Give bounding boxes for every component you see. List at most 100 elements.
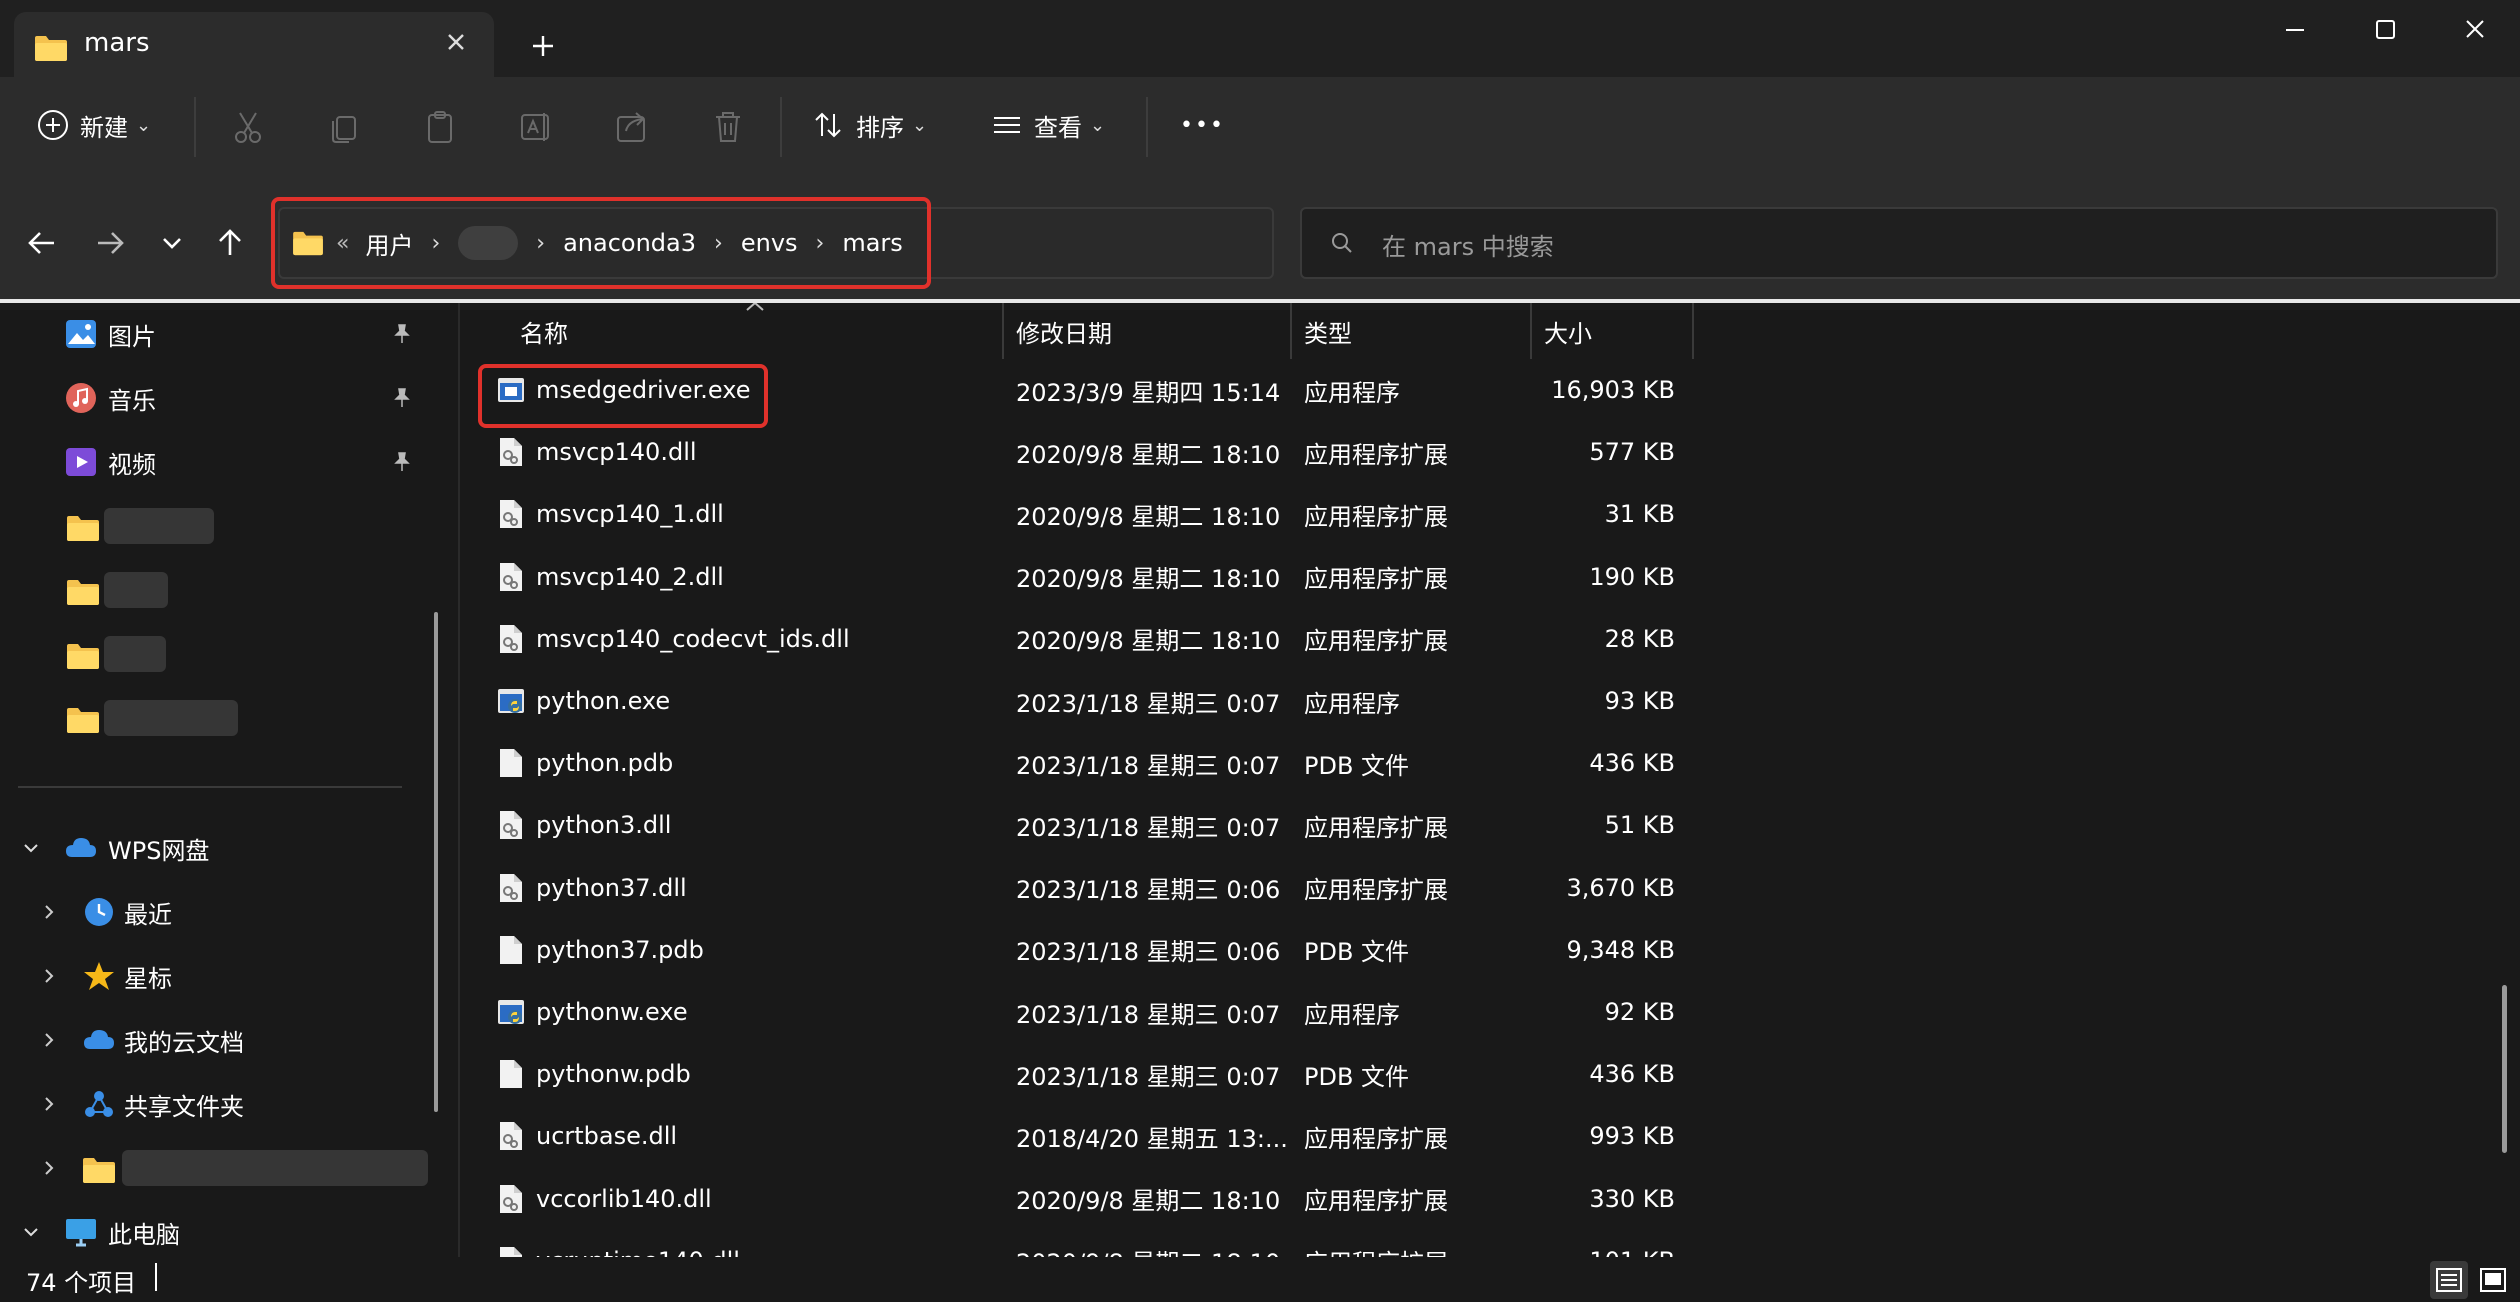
more-options-button[interactable]: ••• bbox=[1180, 97, 1225, 153]
file-name: pythonw.exe bbox=[536, 998, 688, 1026]
file-name: python37.pdb bbox=[536, 935, 704, 964]
toolbar-divider bbox=[780, 97, 782, 157]
rename-icon[interactable] bbox=[516, 107, 556, 147]
dll-icon bbox=[500, 500, 522, 529]
nav-item-wps[interactable]: WPS网盘 bbox=[0, 820, 440, 876]
column-divider[interactable] bbox=[1290, 303, 1292, 359]
chevron-down-icon[interactable] bbox=[20, 1221, 42, 1243]
column-header-type[interactable]: 类型 bbox=[1304, 303, 1352, 359]
new-tab-button[interactable] bbox=[525, 28, 561, 64]
close-tab-icon[interactable] bbox=[438, 24, 474, 60]
recent-locations-chevron-icon[interactable] bbox=[150, 221, 194, 265]
folder-icon bbox=[67, 516, 99, 541]
file-size: 577 KB bbox=[1589, 438, 1675, 467]
file-size: 330 KB bbox=[1589, 1184, 1675, 1213]
file-name: python.pdb bbox=[536, 749, 674, 778]
file-row[interactable]: msvcp140_codecvt_ids.dll 2020/9/8 星期二 18:… bbox=[460, 608, 2060, 670]
file-type: PDB 文件 bbox=[1304, 751, 1410, 780]
dll-icon bbox=[500, 624, 522, 653]
large-icons-view-icon[interactable] bbox=[2474, 1261, 2512, 1299]
chevron-right-icon[interactable] bbox=[38, 1093, 60, 1115]
column-header-name[interactable]: 名称 bbox=[520, 303, 568, 359]
share-icon[interactable] bbox=[612, 107, 652, 147]
back-arrow-icon[interactable] bbox=[20, 221, 64, 265]
pin-icon[interactable] bbox=[390, 322, 414, 346]
item-count: 74 个项目 bbox=[26, 1269, 137, 1297]
nav-item-music[interactable]: 音乐 bbox=[0, 370, 440, 426]
nav-item-shared-folder[interactable]: 共享文件夹 bbox=[0, 1076, 440, 1132]
nav-divider bbox=[18, 786, 402, 788]
delete-icon[interactable] bbox=[708, 107, 748, 147]
file-icon bbox=[500, 935, 522, 964]
file-row[interactable]: python37.pdb 2023/1/18 星期三 0:06 PDB 文件 9,34… bbox=[460, 919, 2060, 981]
close-window-button[interactable] bbox=[2430, 0, 2520, 60]
nav-item-redacted-folder[interactable] bbox=[0, 690, 440, 746]
pin-icon[interactable] bbox=[390, 450, 414, 474]
view-button[interactable]: 查看 ⌄ bbox=[990, 97, 1105, 153]
file-row[interactable]: vcruntime140.dll 2020/9/8 星期二 18:10 应用程序扩展… bbox=[460, 1230, 2060, 1257]
column-divider[interactable] bbox=[1002, 303, 1004, 359]
nav-item-redacted-folder[interactable] bbox=[0, 498, 440, 554]
dll-icon bbox=[500, 811, 522, 840]
nav-item-redacted-folder[interactable] bbox=[0, 562, 440, 618]
file-name: python3.dll bbox=[536, 811, 672, 840]
file-row[interactable]: pythonw.pdb 2023/1/18 星期三 0:07 PDB 文件 436 K… bbox=[460, 1043, 2060, 1105]
chevron-right-icon[interactable] bbox=[38, 1157, 60, 1179]
cut-icon[interactable] bbox=[228, 107, 268, 147]
nav-item-this-pc[interactable]: 此电脑 bbox=[0, 1204, 440, 1257]
file-size: 101 KB bbox=[1460, 1230, 1675, 1257]
address-row: « 用户 › › anaconda3 › envs › mars 在 mars … bbox=[0, 187, 2520, 299]
copy-icon[interactable] bbox=[324, 107, 364, 147]
maximize-button[interactable] bbox=[2340, 0, 2430, 60]
nav-item-pictures[interactable]: 图片 bbox=[0, 306, 440, 362]
tab-mars[interactable]: mars bbox=[14, 12, 494, 77]
chevron-right-icon[interactable] bbox=[38, 1029, 60, 1051]
file-row[interactable]: msvcp140_2.dll 2020/9/8 星期二 18:10 应用程序扩展 19… bbox=[460, 546, 2060, 608]
column-header-date[interactable]: 修改日期 bbox=[1016, 303, 1112, 359]
file-row[interactable]: python.pdb 2023/1/18 星期三 0:07 PDB 文件 436 KB bbox=[460, 732, 2060, 794]
file-name: ucrtbase.dll bbox=[536, 1122, 678, 1151]
file-row[interactable]: msvcp140.dll 2020/9/8 星期二 18:10 应用程序扩展 577 … bbox=[460, 421, 2060, 483]
file-row[interactable]: msvcp140_1.dll 2020/9/8 星期二 18:10 应用程序扩展 31… bbox=[460, 483, 2060, 545]
search-icon bbox=[1332, 233, 1352, 253]
nav-item-redacted-folder[interactable] bbox=[0, 626, 440, 682]
column-divider[interactable] bbox=[1692, 303, 1694, 359]
dll-icon bbox=[500, 1246, 522, 1257]
file-modified-date: 2023/1/18 星期三 0:07 bbox=[1016, 1062, 1281, 1091]
file-list-scrollbar[interactable] bbox=[2502, 985, 2507, 1153]
forward-arrow-icon[interactable] bbox=[88, 221, 132, 265]
sort-button[interactable]: 排序 ⌄ bbox=[812, 97, 927, 153]
nav-item-redacted-folder[interactable] bbox=[0, 1140, 440, 1196]
nav-scrollbar[interactable] bbox=[434, 612, 438, 1112]
nav-item-my-cloud-docs[interactable]: 我的云文档 bbox=[0, 1012, 440, 1068]
details-view-icon[interactable] bbox=[2430, 1261, 2468, 1299]
new-button[interactable]: 新建 ⌄ bbox=[36, 97, 151, 153]
file-row[interactable]: python.exe 2023/1/18 星期三 0:07 应用程序 93 KB bbox=[460, 670, 2060, 732]
nav-label-starred: 星标 bbox=[124, 964, 172, 993]
file-size: 31 KB bbox=[1604, 500, 1675, 529]
minimize-button[interactable] bbox=[2250, 0, 2340, 60]
command-bar: 新建 ⌄ 排序 ⌄ 查看 ⌄ ••• bbox=[0, 77, 2520, 187]
file-modified-date: 2023/3/9 星期四 15:14 bbox=[1016, 378, 1281, 407]
sort-ascending-icon bbox=[746, 303, 764, 311]
file-row[interactable]: pythonw.exe 2023/1/18 星期三 0:07 应用程序 92 KB bbox=[460, 981, 2060, 1043]
up-arrow-icon[interactable] bbox=[208, 221, 252, 265]
file-modified-date: 2023/1/18 星期三 0:07 bbox=[1016, 689, 1281, 718]
nav-item-videos[interactable]: 视频 bbox=[0, 434, 440, 490]
nav-item-starred[interactable]: 星标 bbox=[0, 948, 440, 1004]
search-field[interactable]: 在 mars 中搜索 bbox=[1300, 207, 2498, 279]
file-row[interactable]: python3.dll 2023/1/18 星期三 0:07 应用程序扩展 51 KB bbox=[460, 794, 2060, 856]
chevron-right-icon[interactable] bbox=[38, 965, 60, 987]
column-header-size[interactable]: 大小 bbox=[1544, 303, 1592, 359]
toolbar-divider bbox=[1146, 97, 1148, 157]
pin-icon[interactable] bbox=[390, 386, 414, 410]
pictures-icon bbox=[66, 320, 96, 348]
paste-icon[interactable] bbox=[420, 107, 460, 147]
column-divider[interactable] bbox=[1530, 303, 1532, 359]
file-row[interactable]: ucrtbase.dll 2018/4/20 星期五 13:... 应用程序扩展 99… bbox=[460, 1105, 2060, 1167]
chevron-down-icon[interactable] bbox=[20, 837, 42, 859]
file-row[interactable]: vccorlib140.dll 2020/9/8 星期二 18:10 应用程序扩展 3… bbox=[460, 1168, 2060, 1230]
file-row[interactable]: python37.dll 2023/1/18 星期三 0:06 应用程序扩展 3,67… bbox=[460, 857, 2060, 919]
chevron-right-icon[interactable] bbox=[38, 901, 60, 923]
nav-item-recent[interactable]: 最近 bbox=[0, 884, 440, 940]
